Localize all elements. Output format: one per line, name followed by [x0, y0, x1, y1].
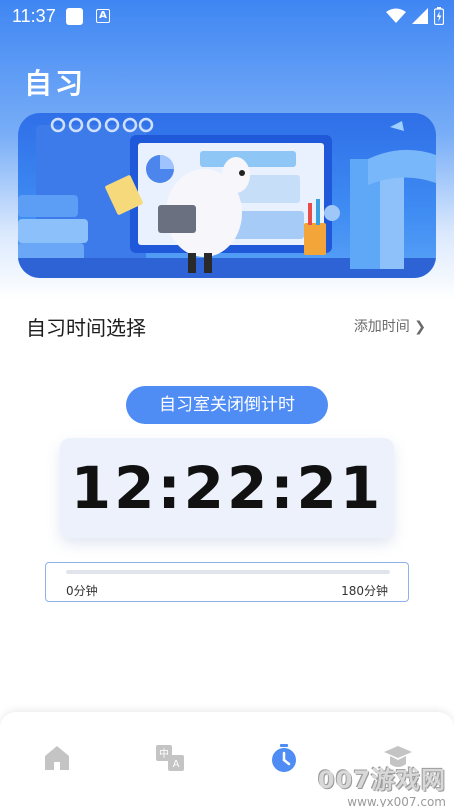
- slider-min-label: 0分钟: [66, 584, 98, 598]
- countdown-value: 12:22:21: [70, 454, 384, 522]
- svg-text:A: A: [173, 759, 180, 770]
- nav-item-home[interactable]: [41, 742, 73, 774]
- page-title: 自习: [24, 67, 87, 100]
- signal-icon: [412, 8, 428, 24]
- slider-track[interactable]: [66, 570, 390, 574]
- study-banner-image: [18, 113, 436, 278]
- status-time: 11:37: [12, 6, 56, 26]
- watermark-main: 007游戏网: [317, 766, 446, 794]
- keyboard-a-icon: A: [96, 9, 110, 23]
- section-title: 自习时间选择: [26, 316, 146, 340]
- translate-icon: 中 A: [156, 745, 184, 771]
- nav-item-timer[interactable]: [268, 742, 300, 774]
- svg-text:中: 中: [159, 747, 169, 760]
- status-bar: 11:37 A: [0, 0, 454, 34]
- slider-max-label: 180分钟: [341, 584, 388, 598]
- status-indicators: [386, 7, 444, 25]
- notification-icon: [66, 8, 83, 25]
- timer-card: 12:22:21: [60, 438, 394, 538]
- watermark-sub: www.yx007.com: [347, 795, 446, 807]
- battery-icon: [434, 7, 444, 25]
- home-icon: [45, 746, 69, 770]
- time-slider[interactable]: 0分钟 180分钟: [45, 562, 409, 602]
- add-time-link[interactable]: 添加时间 ❯: [354, 316, 426, 336]
- nav-item-translate[interactable]: 中 A: [154, 742, 186, 774]
- wifi-icon: [386, 8, 406, 23]
- watermark: 007游戏网 www.yx007.com: [318, 760, 446, 807]
- countdown-label: 自习室关闭倒计时: [126, 386, 328, 424]
- stopwatch-icon: [272, 744, 296, 772]
